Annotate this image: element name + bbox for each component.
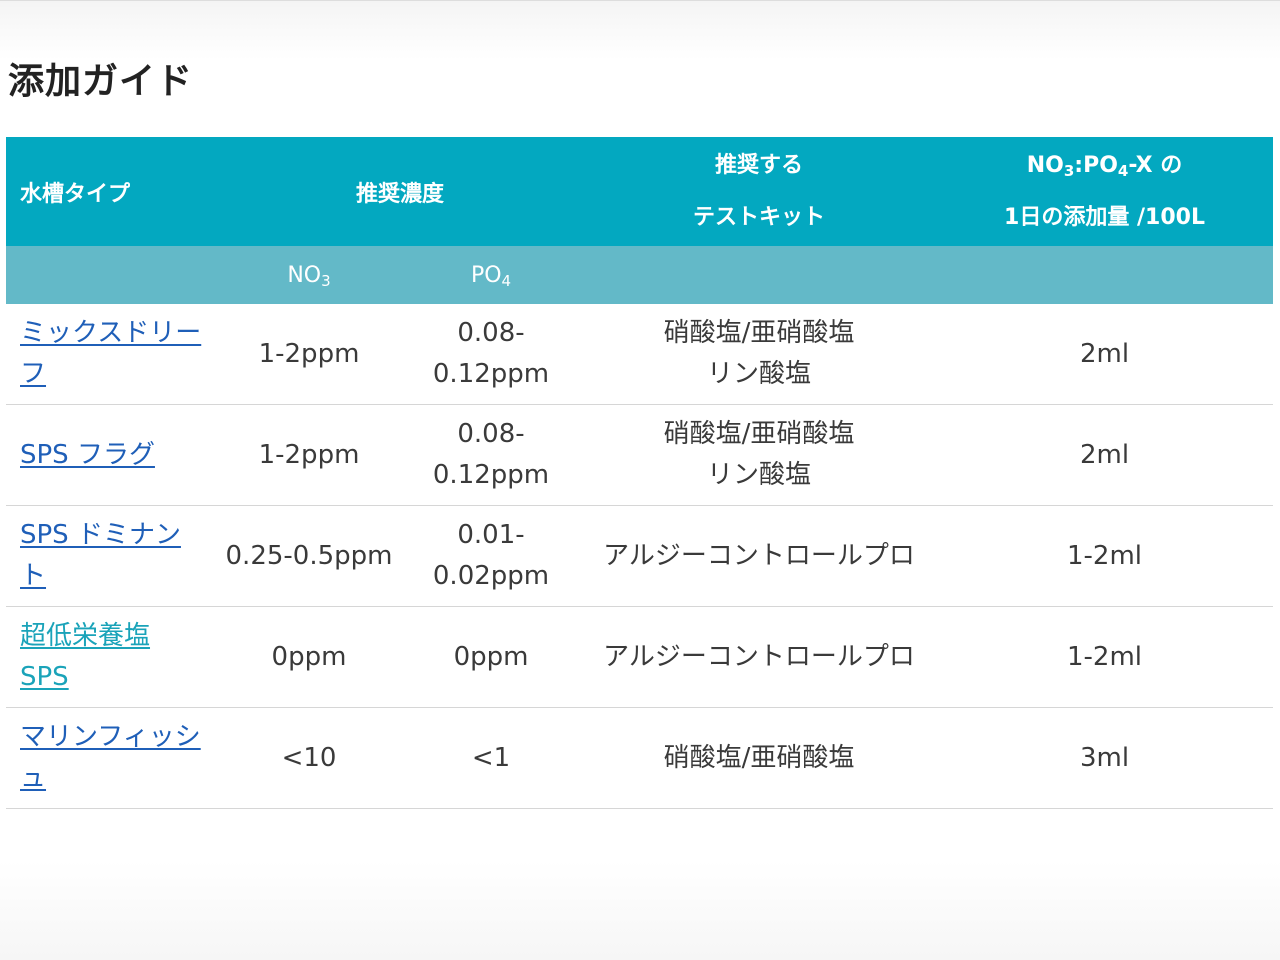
header-dose-po: :PO (1074, 152, 1118, 178)
header-dose-x: -X の (1128, 152, 1183, 178)
page-title: 添加ガイド (8, 61, 194, 102)
test-kit-line2: リン酸塩 (707, 460, 812, 490)
test-kit-cell: アルジーコントロールプロ (582, 606, 937, 708)
subheader-po4-text: PO (470, 262, 502, 288)
test-kit-cell: 硝酸塩/亜硝酸塩 リン酸塩 (582, 404, 937, 506)
subheader-empty (936, 246, 1274, 304)
subheader-empty (6, 246, 218, 304)
tank-type-cell: 超低栄養塩 SPS (6, 606, 218, 708)
test-kit-line2: リン酸塩 (707, 359, 812, 389)
test-kit-cell: アルジーコントロールプロ (582, 505, 937, 607)
tank-type-link-sps-frag[interactable]: SPS フラグ (20, 440, 155, 470)
dose-cell: 3ml (936, 707, 1274, 809)
tank-type-cell: ミックスドリーフ (6, 304, 218, 405)
po4-cell: 0.08-0.12ppm (400, 404, 583, 506)
top-divider (0, 0, 1280, 1)
header-recommended-concentration: 推奨濃度 (218, 137, 583, 246)
table-row: ミックスドリーフ 1-2ppm 0.08-0.12ppm 硝酸塩/亜硝酸塩 リン酸… (6, 304, 1274, 405)
table-row: 超低栄養塩 SPS 0ppm 0ppm アルジーコントロールプロ 1-2ml (6, 606, 1274, 708)
subheader-po4: PO4 (400, 246, 583, 304)
header-daily-dose-line1: NO3:PO4-X の (936, 140, 1273, 192)
dosing-guide-table: 水槽タイプ 推奨濃度 推奨する テストキット NO3:PO4-X の 1日の添加… (6, 137, 1274, 809)
header-dose-sub3: 3 (1063, 161, 1075, 180)
dose-cell: 2ml (936, 304, 1274, 405)
po4-cell: 0.08-0.12ppm (400, 304, 583, 405)
no3-cell: 0.25-0.5ppm (218, 505, 400, 607)
tank-type-link-marine-fish[interactable]: マリンフィッシュ (20, 722, 201, 793)
test-kit-line1: 硝酸塩/亜硝酸塩 (663, 419, 855, 449)
dose-cell: 1-2ml (936, 606, 1274, 708)
test-kit-line1: アルジーコントロールプロ (603, 641, 915, 672)
po4-cell: <1 (400, 707, 583, 809)
tank-type-link-ultra-low-nutrient-sps[interactable]: 超低栄養塩 SPS (20, 621, 150, 692)
table-header-row: 水槽タイプ 推奨濃度 推奨する テストキット NO3:PO4-X の 1日の添加… (6, 137, 1274, 246)
tank-type-link-sps-dominant[interactable]: SPS ドミナント (20, 520, 181, 591)
table-row: マリンフィッシュ <10 <1 硝酸塩/亜硝酸塩 3ml (6, 707, 1274, 809)
test-kit-line1: アルジーコントロールプロ (603, 540, 915, 571)
subheader-no3: NO3 (218, 246, 400, 304)
header-test-kit-line1: 推奨する (715, 152, 804, 178)
table-subheader-row: NO3 PO4 (6, 246, 1274, 304)
no3-cell: <10 (218, 707, 400, 809)
test-kit-cell: 硝酸塩/亜硝酸塩 リン酸塩 (582, 304, 937, 405)
header-dose-sub4: 4 (1117, 161, 1129, 180)
header-test-kit-line2: テストキット (693, 204, 826, 230)
subheader-no3-sub: 3 (321, 271, 331, 290)
subheader-empty (582, 246, 937, 304)
dose-cell: 1-2ml (936, 505, 1274, 607)
po4-cell: 0ppm (400, 606, 583, 708)
subheader-po4-sub: 4 (501, 271, 512, 290)
tank-type-link-mixed-reef[interactable]: ミックスドリーフ (20, 318, 201, 389)
po4-cell: 0.01-0.02ppm (400, 505, 583, 607)
header-tank-type: 水槽タイプ (6, 137, 218, 246)
test-kit-cell: 硝酸塩/亜硝酸塩 (582, 707, 937, 809)
no3-cell: 1-2ppm (218, 304, 400, 405)
tank-type-cell: SPS フラグ (6, 404, 218, 506)
test-kit-line1: 硝酸塩/亜硝酸塩 (663, 742, 855, 773)
subheader-no3-text: NO (287, 262, 322, 288)
page: 添加ガイド 水槽タイプ 推奨濃度 推奨する テストキット NO3:PO4-X の… (0, 0, 1280, 960)
table-row: SPS フラグ 1-2ppm 0.08-0.12ppm 硝酸塩/亜硝酸塩 リン酸塩… (6, 404, 1274, 506)
header-dose-no: NO (1026, 152, 1064, 178)
header-test-kit: 推奨する テストキット (582, 137, 937, 246)
header-daily-dose-line2: 1日の添加量 /100L (1004, 204, 1205, 230)
tank-type-cell: SPS ドミナント (6, 505, 218, 607)
test-kit-line1: 硝酸塩/亜硝酸塩 (663, 318, 855, 348)
tank-type-cell: マリンフィッシュ (6, 707, 218, 809)
no3-cell: 0ppm (218, 606, 400, 708)
table-row: SPS ドミナント 0.25-0.5ppm 0.01-0.02ppm アルジーコ… (6, 505, 1274, 607)
header-daily-dose: NO3:PO4-X の 1日の添加量 /100L (936, 137, 1274, 246)
dose-cell: 2ml (936, 404, 1274, 506)
no3-cell: 1-2ppm (218, 404, 400, 506)
